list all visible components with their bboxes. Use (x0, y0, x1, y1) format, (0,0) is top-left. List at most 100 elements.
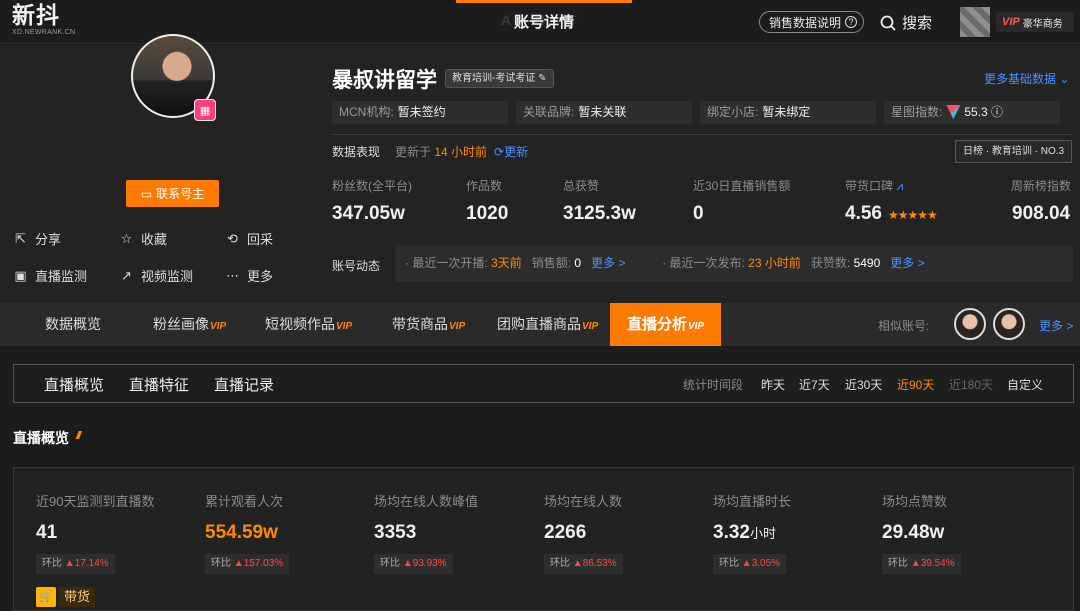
search-button[interactable]: 搜索 (880, 12, 932, 33)
change-value: 17.14% (74, 558, 109, 569)
tab-short-video[interactable]: 短视频作品VIP (265, 303, 352, 346)
cart-icon: 🛒 (36, 587, 56, 607)
metric-change: 环比 ▲39.54% (882, 554, 961, 574)
last-live-prefix: 最近一次开播: (412, 256, 488, 270)
fans-label: 粉丝数(全平台) (332, 179, 412, 193)
metric-change: 环比 ▲86.53% (544, 554, 623, 574)
info-icon[interactable]: ⓘ (991, 105, 1003, 119)
more-live-link[interactable]: 更多 > (591, 256, 625, 270)
period-7d[interactable]: 近7天 (799, 376, 830, 393)
xingtu-icon (946, 105, 961, 119)
more-similar-link[interactable]: 更多 > (1039, 317, 1073, 334)
share-button[interactable]: ⇱ 分享 (13, 229, 61, 248)
reputation-stars: ★★★★★ (887, 208, 938, 222)
period-180d[interactable]: 近180天 (949, 376, 993, 393)
logo-domain: XD.NEWRANK.CN (12, 29, 76, 36)
last-post-prefix: 最近一次发布: (669, 256, 745, 270)
shop-value: 暂未绑定 (762, 105, 811, 119)
period-30d[interactable]: 近30天 (845, 376, 882, 393)
reputation-label: 带货口碑 ⩘ (845, 177, 903, 194)
mcn-value: 暂未签约 (397, 105, 446, 119)
tab-fans-portrait[interactable]: 粉丝画像VIP (153, 303, 226, 346)
divider (332, 134, 1073, 135)
dynamics-label: 账号动态 (332, 259, 381, 273)
vip-mark: VIP (1002, 16, 1020, 28)
user-avatar[interactable] (960, 7, 990, 37)
metric-label: 近90天监测到直播数 (36, 494, 155, 509)
shop-info: 绑定小店: 暂未绑定 (700, 101, 876, 124)
tab-goods[interactable]: 带货商品VIP (392, 303, 465, 346)
metric-value: 29.48w (882, 522, 944, 544)
change-value: 39.54% (920, 558, 955, 569)
refresh-label: 更新 (504, 145, 529, 159)
tab-label: 粉丝画像 (153, 316, 209, 332)
collect-label: 收藏 (141, 232, 168, 247)
backfill-button[interactable]: ⟲ 回采 (225, 229, 273, 248)
tab-label: 数据概览 (45, 316, 101, 332)
contact-label: 联系号主 (156, 187, 205, 201)
collect-button[interactable]: ☆ 收藏 (119, 229, 167, 248)
more-basic-data-link[interactable]: 更多基础数据 ⌄ (984, 70, 1069, 87)
weekly-label: 周新榜指数 (1011, 179, 1072, 193)
metric-change: 环比 ▲93.93% (374, 554, 453, 574)
period-label: 统计时间段 (683, 378, 744, 392)
video-monitor-button[interactable]: ↗ 视频监测 (119, 266, 193, 285)
metric-number: 2266 (544, 522, 587, 543)
logo[interactable]: 新抖 XD.NEWRANK.CN (12, 4, 76, 37)
similar-account-avatar[interactable] (954, 308, 986, 340)
subnav-live-features[interactable]: 直播特征 (129, 374, 189, 395)
subnav-live-overview[interactable]: 直播概览 (44, 374, 104, 395)
change-prefix: 环比 (380, 558, 400, 569)
contact-owner-button[interactable]: ▭ 联系号主 (126, 180, 219, 207)
metric-number: 29.48w (882, 522, 945, 543)
tab-live-analysis[interactable]: 直播分析VIP (610, 303, 722, 346)
sales-explain-button[interactable]: 销售数据说明 ? (759, 11, 865, 33)
vip-tag: VIP (449, 321, 466, 332)
similar-account-avatar[interactable] (993, 308, 1025, 340)
subnav-live-records[interactable]: 直播记录 (214, 374, 274, 395)
period-custom[interactable]: 自定义 (1007, 376, 1043, 393)
tv-icon: ▣ (14, 268, 27, 283)
more-dots-icon: ⋯ (226, 268, 239, 283)
chat-icon: ▭ (140, 186, 153, 201)
vip-badge[interactable]: VIP 豪华商务 (996, 12, 1074, 32)
change-value: 86.53% (582, 558, 617, 569)
edit-icon: ✎ (538, 73, 547, 84)
refresh-button[interactable]: ⟳更新 (494, 143, 528, 160)
metric-number: 41 (36, 522, 58, 543)
live-monitor-button[interactable]: ▣ 直播监测 (13, 266, 87, 285)
chart-icon[interactable]: ⩘ (896, 179, 903, 193)
last-live-value: 3天前 (491, 256, 522, 270)
more-post-link[interactable]: 更多 > (890, 256, 924, 270)
metric-change: 环比 ▲157.03% (205, 554, 290, 574)
sales-value: 0 (574, 256, 582, 270)
fans-value: 347.05w (332, 203, 405, 224)
metric-number: 3353 (374, 522, 417, 543)
more-actions-button[interactable]: ⋯ 更多 (225, 266, 273, 285)
change-value: 93.93% (412, 558, 447, 569)
works-label: 作品数 (466, 179, 503, 193)
updated-time: 更新于 14 小时前 (395, 143, 487, 160)
period-90d[interactable]: 近90天 (897, 376, 934, 393)
period-yesterday[interactable]: 昨天 (761, 376, 785, 393)
tab-group-buy[interactable]: 团购直播商品VIP (497, 303, 598, 346)
qr-code-icon[interactable]: ▦ (194, 99, 216, 121)
last-post-value: 23 小时前 (748, 256, 801, 270)
category-tag[interactable]: 教育培训-考试考证 ✎ (445, 69, 554, 88)
goods-label: 带货 (59, 587, 96, 607)
refresh-circle-icon: ⟲ (227, 231, 238, 246)
star-index-value-wrap: 55.3 ⓘ (946, 105, 1003, 119)
rank-tag[interactable]: 日榜 · 教育培训 · NO.3 (955, 140, 1073, 163)
change-prefix: 环比 (888, 558, 908, 569)
up-arrow-icon: ▲ (572, 558, 583, 569)
up-arrow-icon: ▲ (233, 558, 244, 569)
likes-value: 3125.3w (563, 203, 636, 224)
change-value: 157.03% (243, 558, 284, 569)
performance-label: 数据表现 (332, 145, 381, 159)
liked-value: 5490 (853, 256, 881, 270)
sales-prefix: 销售额: (531, 256, 572, 270)
metric-value: 3.32小时 (713, 522, 776, 544)
metric-change: 环比 ▲17.14% (36, 554, 115, 574)
change-value: 3.05% (751, 558, 781, 569)
tab-data-overview[interactable]: 数据概览 (45, 303, 101, 346)
